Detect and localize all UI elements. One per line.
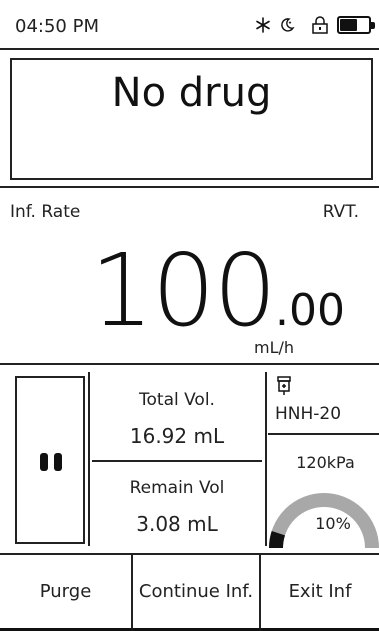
pause-icon: [54, 453, 62, 471]
divider: [268, 433, 379, 435]
divider: [265, 372, 267, 546]
status-icons: [255, 14, 375, 36]
pause-button[interactable]: [15, 376, 85, 544]
divider: [0, 186, 379, 188]
battery-icon: [337, 16, 375, 34]
clock-time: 04:50 PM: [15, 16, 99, 37]
total-volume-label: Total Vol.: [139, 390, 215, 410]
remain-volume-value: 3.08 mL: [136, 512, 218, 536]
divider: [92, 460, 262, 462]
infusion-rate-value[interactable]: 100.00: [90, 232, 345, 349]
drug-selection-box[interactable]: No drug: [10, 58, 373, 180]
drug-name: No drug: [111, 70, 272, 116]
purge-button[interactable]: Purge: [0, 555, 133, 631]
total-volume-value: 16.92 mL: [129, 424, 225, 448]
divider: [88, 372, 90, 546]
rate-integer: 100: [90, 232, 277, 349]
infusion-mode-label: RVT.: [322, 202, 359, 222]
lock-icon: [312, 16, 328, 34]
exit-infusion-button[interactable]: Exit Inf: [261, 555, 379, 631]
pause-icon: [40, 453, 48, 471]
battery-tip: [371, 22, 375, 29]
rate-unit: mL/h: [254, 338, 295, 357]
divider: [0, 363, 379, 365]
night-mode-icon: [281, 18, 295, 32]
infusion-rate-label: Inf. Rate: [10, 202, 81, 222]
remain-volume-label: Remain Vol: [129, 478, 225, 498]
continue-infusion-button[interactable]: Continue Inf.: [133, 555, 261, 631]
syringe-icon: [277, 376, 291, 395]
status-bar: 04:50 PM: [0, 0, 379, 50]
battery-level-fill: [340, 19, 357, 31]
snowflake-icon: [256, 17, 270, 33]
pressure-percent: 10%: [315, 514, 351, 533]
syringe-model: HNH-20: [275, 404, 342, 424]
rate-decimal: .00: [275, 285, 345, 336]
gauge-fill: [269, 531, 286, 549]
pressure-gauge: [269, 493, 379, 549]
